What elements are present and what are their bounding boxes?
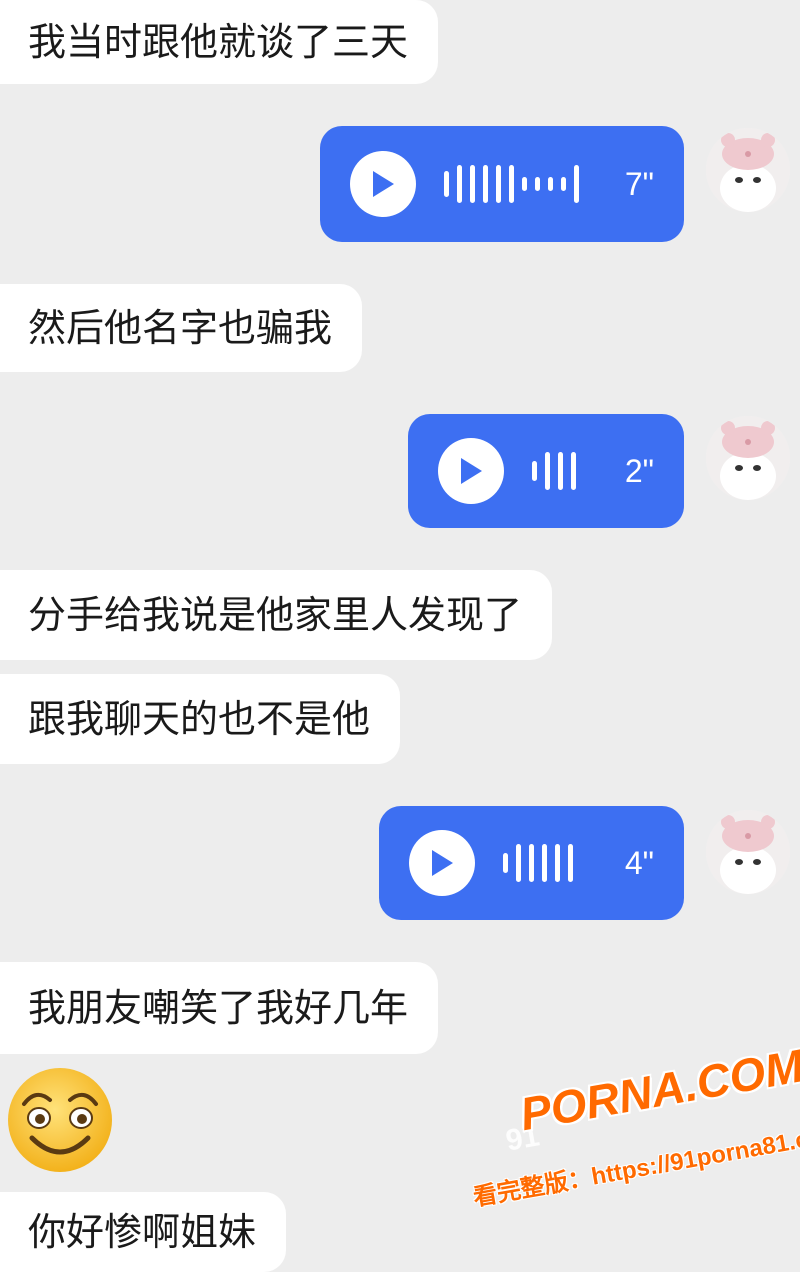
message-text: 分手给我说是他家里人发现了 [28,593,523,637]
message-bubble[interactable]: 分手给我说是他家里人发现了 [0,570,553,660]
voice-message-bubble[interactable]: 2" [408,414,684,528]
message-bubble[interactable]: 跟我聊天的也不是他 [0,674,401,764]
avatar[interactable] [706,810,790,894]
avatar[interactable] [706,128,790,212]
bear-hat-cat-avatar-icon [706,128,790,212]
bear-hat-cat-avatar-icon [706,416,790,500]
message-bubble[interactable]: 我朋友嘲笑了我好几年 [0,962,439,1054]
play-icon [461,458,482,484]
message-bubble[interactable]: 然后他名字也骗我 [0,284,363,372]
waveform-icon [503,844,573,882]
watermark-brand: PORNA.COM [516,1039,800,1141]
smiling-face-emoji-icon [8,1068,112,1172]
waveform-icon [444,165,579,203]
message-text: 我朋友嘲笑了我好几年 [28,986,409,1030]
chat-area: 我当时跟他就谈了三天 7" 然后他名字也骗我 2" 分手给我说是他家里人发现了 … [0,0,800,1272]
play-button[interactable] [350,151,416,217]
bear-hat-cat-avatar-icon [706,810,790,894]
message-text: 我当时跟他就谈了三天 [28,20,409,64]
play-button[interactable] [438,438,504,504]
message-bubble[interactable]: 你好惨啊姐妹 [0,1192,287,1272]
message-text: 然后他名字也骗我 [28,306,333,350]
avatar[interactable] [706,416,790,500]
play-button[interactable] [409,830,475,896]
voice-duration: 4" [624,844,654,881]
message-bubble[interactable]: 我当时跟他就谈了三天 [0,0,439,84]
voice-duration: 7" [624,165,654,202]
message-emoji[interactable] [6,1066,114,1174]
waveform-icon [532,452,576,490]
play-icon [432,850,453,876]
play-icon [373,171,394,197]
watermark: 91 PORNA.COM 看完整版：https://91porna81.com [470,1039,800,1238]
message-text: 跟我聊天的也不是他 [28,697,371,741]
message-text: 你好惨啊姐妹 [28,1210,257,1254]
voice-duration: 2" [624,452,654,489]
voice-message-bubble[interactable]: 7" [320,126,684,242]
voice-message-bubble[interactable]: 4" [379,806,684,920]
